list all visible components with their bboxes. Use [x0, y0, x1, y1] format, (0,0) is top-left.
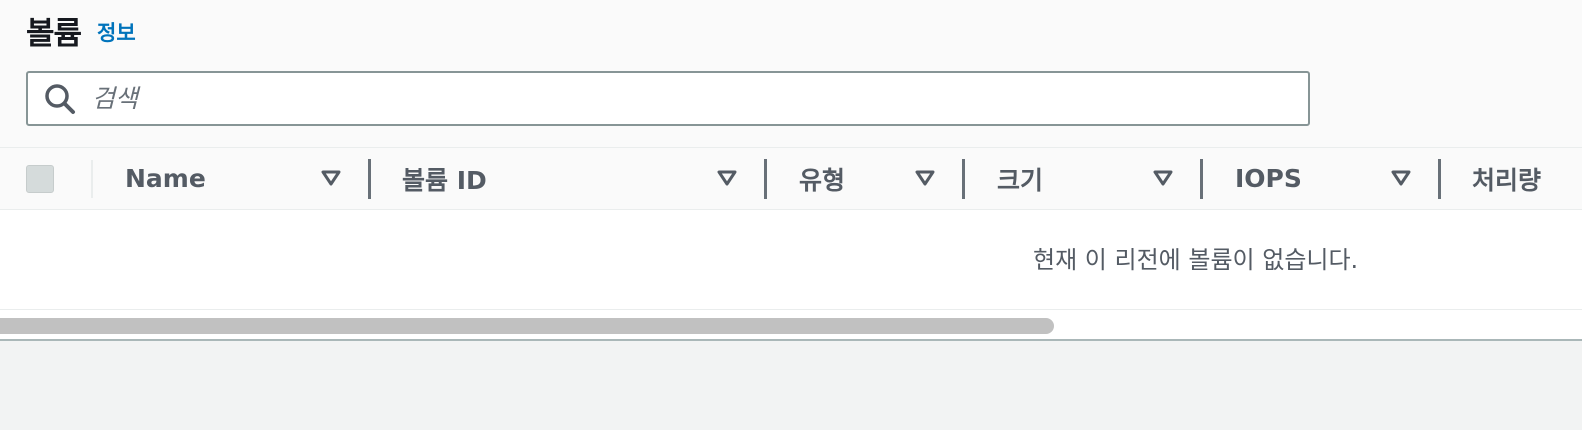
info-link[interactable]: 정보: [97, 17, 136, 47]
horizontal-scrollbar[interactable]: [0, 310, 1582, 339]
column-label: IOPS: [1235, 164, 1302, 193]
sort-triangle-icon[interactable]: [1152, 168, 1174, 188]
panel-bottom-border: [0, 339, 1582, 341]
search-icon: [45, 83, 75, 114]
page-title: 볼륨: [26, 15, 82, 52]
column-resize-handle[interactable]: [1438, 159, 1441, 199]
sort-triangle-icon[interactable]: [320, 168, 342, 188]
search-box[interactable]: [26, 71, 1310, 126]
column-header-iops[interactable]: IOPS: [1235, 148, 1302, 209]
column-label: 볼륨 ID: [402, 165, 487, 195]
empty-state-message: 현재 이 리전에 볼륨이 없습니다.: [1033, 246, 1359, 274]
column-header-throughput[interactable]: 처리량: [1472, 148, 1541, 209]
column-label: 유형: [799, 165, 846, 195]
column-label: 처리량: [1472, 165, 1542, 195]
scrollbar-thumb[interactable]: [0, 318, 1054, 334]
column-header-name[interactable]: Name: [125, 148, 206, 209]
table-body: 현재 이 리전에 볼륨이 없습니다.: [0, 210, 1582, 310]
column-label: 크기: [997, 165, 1044, 195]
table-header: Name 볼륨 ID 유형 크기 IOPS 처리량: [0, 147, 1582, 210]
column-divider: [91, 160, 93, 198]
sort-triangle-icon[interactable]: [914, 168, 936, 188]
volumes-panel: 볼륨 정보 Name 볼륨 ID 유형: [0, 0, 1582, 341]
column-resize-handle[interactable]: [368, 159, 371, 199]
sort-triangle-icon[interactable]: [716, 168, 738, 188]
column-resize-handle[interactable]: [764, 159, 767, 199]
column-resize-handle[interactable]: [1200, 159, 1203, 199]
search-input[interactable]: [92, 78, 1242, 119]
select-all-checkbox[interactable]: [26, 165, 54, 193]
column-header-volume-id[interactable]: 볼륨 ID: [402, 148, 487, 209]
panel-header: 볼륨 정보: [26, 8, 136, 52]
column-header-size[interactable]: 크기: [997, 148, 1043, 209]
column-label: Name: [125, 164, 206, 193]
sort-triangle-icon[interactable]: [1390, 168, 1412, 188]
column-header-type[interactable]: 유형: [799, 148, 845, 209]
column-resize-handle[interactable]: [962, 159, 965, 199]
